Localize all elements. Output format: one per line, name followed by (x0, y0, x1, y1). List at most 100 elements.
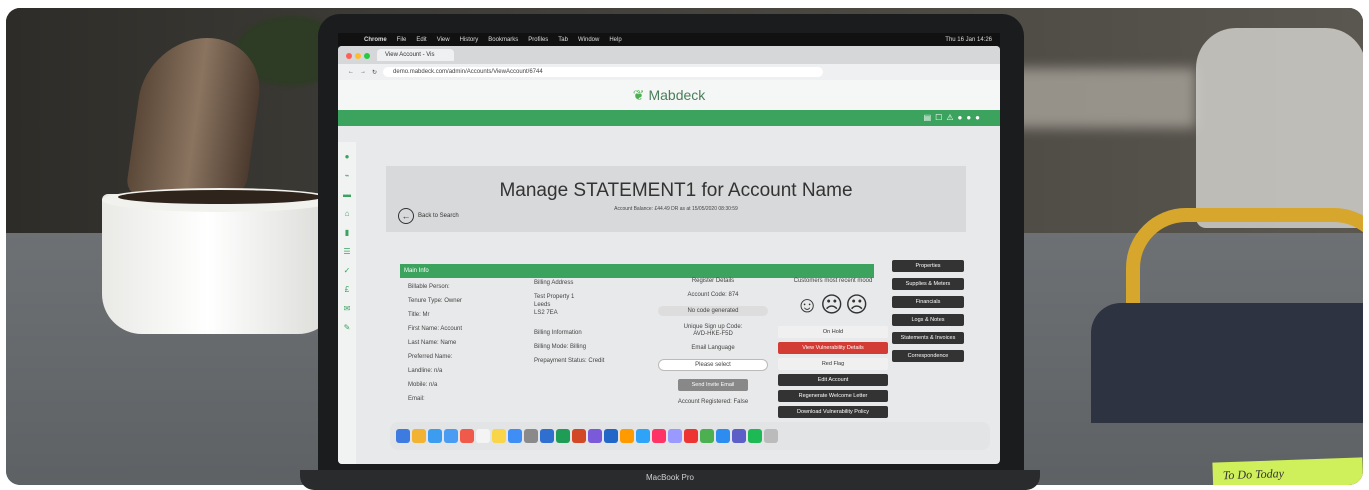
chrome-icon[interactable] (700, 429, 714, 443)
mabdeck-logo-icon: ❦ (632, 87, 645, 103)
address-line-2: Leeds (534, 302, 551, 308)
mood-faces-icon[interactable]: ☺☹☹ (778, 292, 888, 318)
red-flag-button[interactable]: Red Flag (778, 358, 888, 370)
address-line-1: Test Property 1 (534, 294, 575, 300)
account-code: Account Code: 874 (687, 292, 739, 298)
left-sidebar: ● ⌁ ▬ ⌂ ▮ ☰ ✓ £ ✉ ✎ (338, 142, 356, 464)
mail-icon[interactable] (444, 429, 458, 443)
nav-statements-invoices[interactable]: Statements & Invoices (892, 332, 964, 344)
view-vulnerability-button[interactable]: View Vulnerability Details (778, 342, 888, 354)
sidebar-pound-icon[interactable]: £ (338, 285, 356, 294)
signup-code-label: Unique Sign up Code: (683, 324, 743, 330)
sidebar-list-icon[interactable]: ▬ (338, 190, 356, 199)
menu-help[interactable]: Help (609, 37, 621, 43)
menu-view[interactable]: View (437, 37, 450, 43)
launchpad-icon[interactable] (412, 429, 426, 443)
url-field[interactable]: demo.mabdeck.com/admin/Accounts/ViewAcco… (383, 67, 824, 77)
back-label: Back to Search (418, 213, 459, 219)
menu-edit[interactable]: Edit (416, 37, 426, 43)
calendar-icon[interactable] (460, 429, 474, 443)
nav-supplies-meters[interactable]: Supplies & Meters (892, 278, 964, 290)
prepayment-status: Prepayment Status: Credit (534, 358, 605, 364)
menubar-app[interactable]: Chrome (364, 37, 387, 43)
sidebar-wrench-icon[interactable]: ✎ (338, 323, 356, 332)
address-line-3: LS2 7EA (534, 310, 558, 316)
no-code-pill: No code generated (658, 306, 768, 316)
notes-icon[interactable] (476, 429, 490, 443)
safari-icon[interactable] (428, 429, 442, 443)
sticky-note: To Do Today (1212, 457, 1363, 485)
menu-profiles[interactable]: Profiles (528, 37, 548, 43)
sidebar-mail-icon[interactable]: ✉ (338, 304, 356, 313)
sidebar-users-icon[interactable]: ☰ (338, 247, 356, 256)
powerpoint-icon[interactable] (572, 429, 586, 443)
menu-bookmarks[interactable]: Bookmarks (488, 37, 518, 43)
nav-financials[interactable]: Financials (892, 296, 964, 308)
close-window-icon[interactable] (346, 53, 352, 59)
register-heading: Register Details (691, 278, 735, 284)
finder-icon[interactable] (396, 429, 410, 443)
menu-file[interactable]: File (397, 37, 407, 43)
spotify-icon[interactable] (748, 429, 762, 443)
download-policy-button[interactable]: Download Vulnerability Policy (778, 406, 888, 418)
menubar-clock: Thu 16 Jan 14:26 (945, 36, 992, 43)
language-select[interactable]: Please select (658, 359, 768, 371)
billable-person: Billable Person: (408, 284, 450, 290)
billing-column: Billing Address Test Property 1 Leeds LS… (534, 280, 604, 372)
toolbar-icons[interactable]: ▤☐⚠●●● (924, 113, 984, 122)
teams-icon[interactable] (732, 429, 746, 443)
browser-tab[interactable]: View Account - Vis (377, 49, 455, 61)
skype-icon[interactable] (716, 429, 730, 443)
back-to-search-link[interactable]: ← Back to Search (398, 208, 459, 224)
sidebar-home-icon[interactable]: ⌂ (338, 209, 356, 218)
chair-seat (1091, 303, 1363, 423)
zoom-window-icon[interactable] (364, 53, 370, 59)
menu-history[interactable]: History (460, 37, 479, 43)
mobile: Mobile: n/a (408, 382, 438, 388)
send-invite-button[interactable]: Send Invite Email (678, 379, 748, 391)
page-title: Manage STATEMENT1 for Account Name (499, 180, 853, 201)
menu-window[interactable]: Window (578, 37, 599, 43)
nav-logs-notes[interactable]: Logs & Notes (892, 314, 964, 326)
nav-properties[interactable]: Properties (892, 260, 964, 272)
excel-icon[interactable] (556, 429, 570, 443)
onenote-icon[interactable] (588, 429, 602, 443)
tab-bar: View Account - Vis (338, 46, 1000, 64)
laptop-base: MacBook Pro (300, 470, 1040, 490)
nav-correspondence[interactable]: Correspondence (892, 350, 964, 362)
trash-icon[interactable] (764, 429, 778, 443)
outlook-icon[interactable] (604, 429, 618, 443)
app-store-icon[interactable] (508, 429, 522, 443)
mac-menubar: Chrome File Edit View History Bookmarks … (338, 33, 1000, 46)
last-name: Last Name: Name (408, 340, 457, 346)
sidebar-chart-icon[interactable]: ⌁ (338, 171, 356, 180)
dreamweaver-icon[interactable] (668, 429, 682, 443)
sidebar-doc-icon[interactable]: ▮ (338, 228, 356, 237)
billing-info-label: Billing Information (534, 330, 582, 336)
regenerate-letter-button[interactable]: Regenerate Welcome Letter (778, 390, 888, 402)
site-header: ❦ Mabdeck (338, 80, 1000, 110)
minimize-window-icon[interactable] (355, 53, 361, 59)
mac-dock (390, 422, 990, 450)
back-arrow-icon[interactable]: ← (348, 69, 354, 75)
register-details: Register Details Account Code: 874 No co… (658, 278, 768, 413)
forward-arrow-icon[interactable]: → (360, 69, 366, 75)
menu-tab[interactable]: Tab (558, 37, 568, 43)
acrobat-icon[interactable] (684, 429, 698, 443)
settings-icon[interactable] (524, 429, 538, 443)
photoshop-icon[interactable] (636, 429, 650, 443)
landline: Landline: n/a (408, 368, 443, 374)
reload-icon[interactable]: ↻ (372, 69, 377, 76)
on-hold-button[interactable]: On Hold (778, 326, 888, 338)
stickies-icon[interactable] (492, 429, 506, 443)
page-hero: Manage STATEMENT1 for Account Name Accou… (386, 166, 966, 232)
first-name: First Name: Account (408, 326, 463, 332)
edit-account-button[interactable]: Edit Account (778, 374, 888, 386)
word-icon[interactable] (540, 429, 554, 443)
sidebar-check-icon[interactable]: ✓ (338, 266, 356, 275)
illustrator-icon[interactable] (620, 429, 634, 443)
sidebar-dashboard-icon[interactable]: ● (338, 152, 356, 161)
tenure-type: Tenure Type: Owner (408, 298, 462, 304)
indesign-icon[interactable] (652, 429, 666, 443)
main-info-header: Main Info (400, 264, 874, 278)
